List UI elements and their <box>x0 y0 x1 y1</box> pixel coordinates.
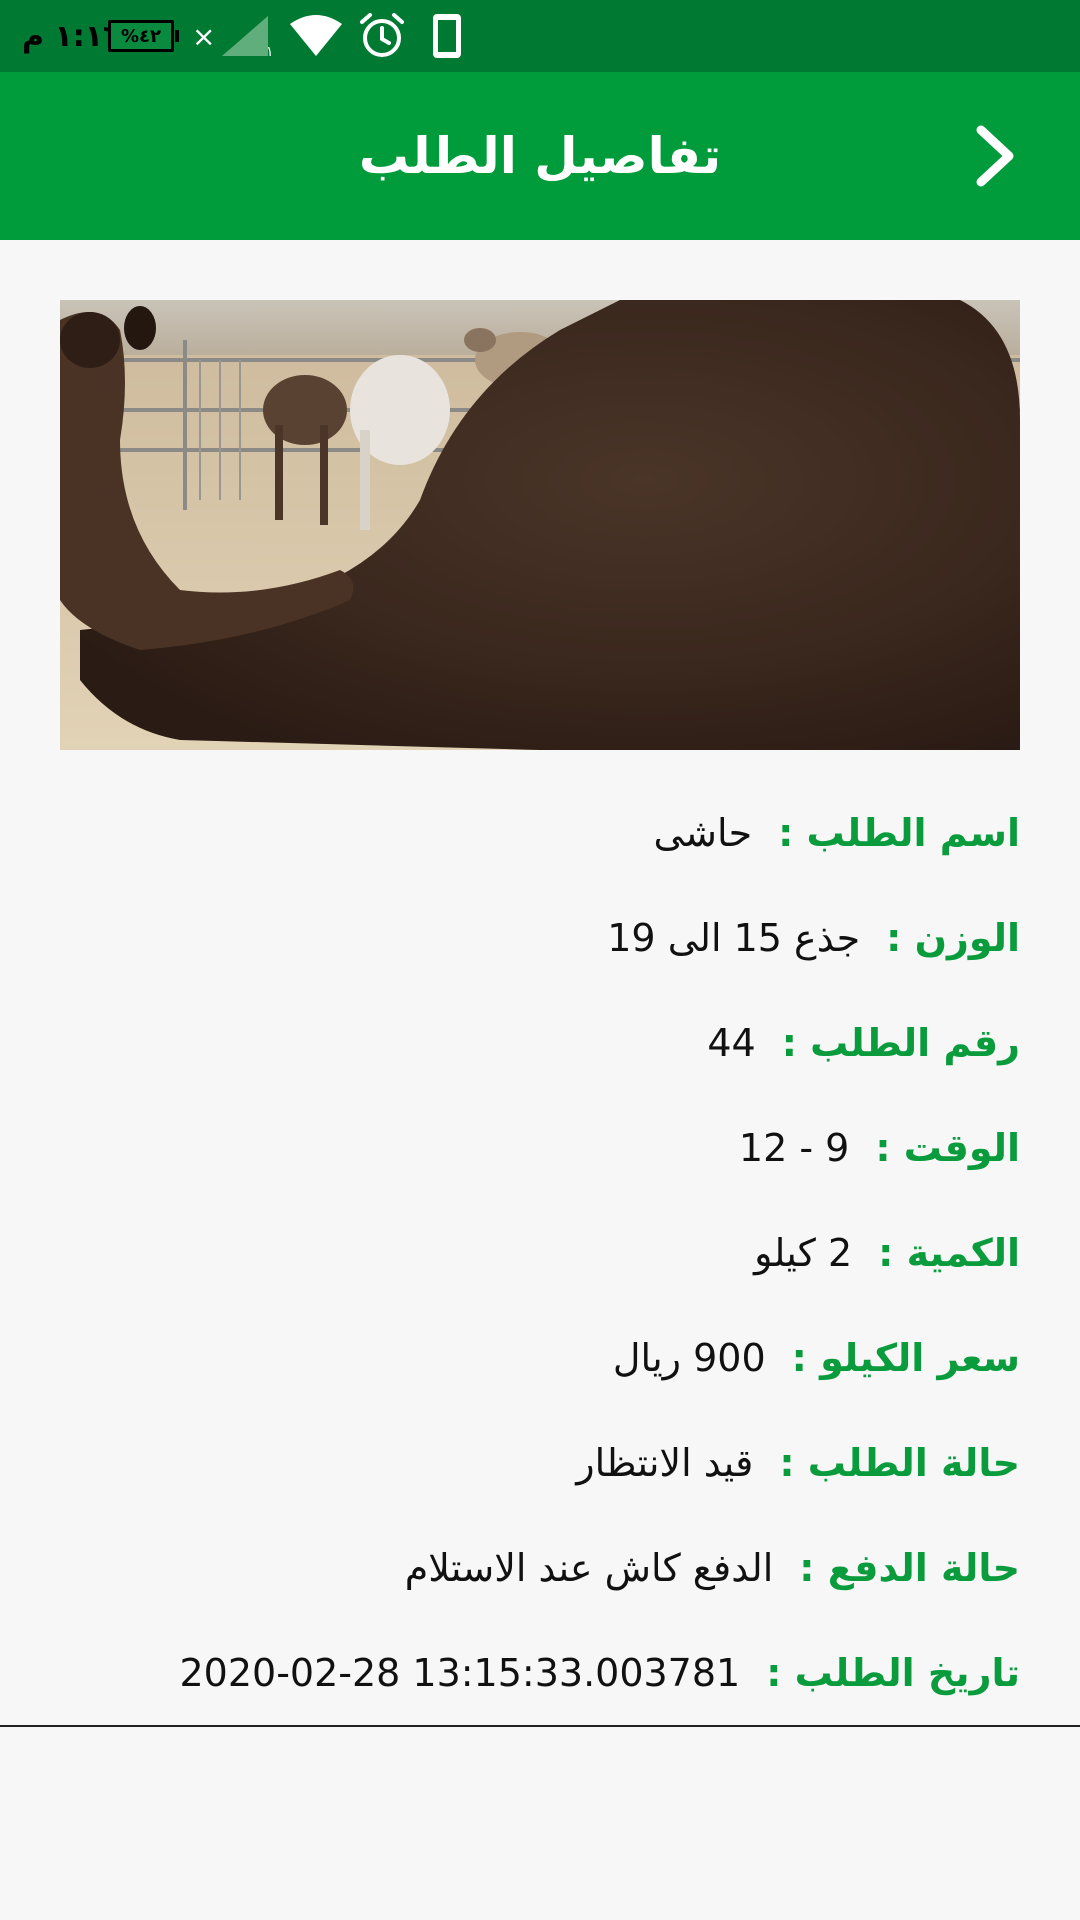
detail-value: 2020-02-28 13:15:33.003781 <box>179 1650 741 1695</box>
detail-value: الدفع كاش عند الاستلام <box>404 1545 774 1590</box>
detail-label: تاريخ الطلب : <box>766 1650 1020 1695</box>
detail-value: 2 كيلو <box>754 1230 853 1275</box>
detail-label: رقم الطلب : <box>781 1020 1020 1065</box>
product-photo <box>60 300 1020 750</box>
page-title: تفاصيل الطلب <box>358 127 722 185</box>
detail-time: الوقت : 9 - 12 <box>60 1095 1020 1200</box>
phone-icon <box>430 0 464 72</box>
back-button[interactable] <box>952 112 1040 200</box>
detail-order-number: رقم الطلب : 44 <box>60 990 1020 1095</box>
wifi-icon <box>288 0 344 72</box>
detail-value: جذع 15 الى 19 <box>607 915 861 960</box>
no-data-icon: × <box>192 19 216 53</box>
detail-label: حالة الدفع : <box>799 1545 1020 1590</box>
detail-value: 44 <box>707 1020 756 1065</box>
detail-value: قيد الانتظار <box>576 1440 754 1485</box>
detail-label: الوقت : <box>875 1125 1020 1170</box>
status-bar: ١:١٦ م %٤٢ × ١ <box>0 0 1080 72</box>
cell-signal-icon: ١ <box>218 0 278 72</box>
detail-payment-status: حالة الدفع : الدفع كاش عند الاستلام <box>60 1515 1020 1620</box>
detail-order-status: حالة الطلب : قيد الانتظار <box>60 1410 1020 1515</box>
app-bar: تفاصيل الطلب <box>0 72 1080 240</box>
detail-weight: الوزن : جذع 15 الى 19 <box>60 885 1020 990</box>
detail-label: حالة الطلب : <box>779 1440 1020 1485</box>
chevron-right-icon <box>976 125 1014 187</box>
detail-label: سعر الكيلو : <box>791 1335 1020 1380</box>
battery-level: %٤٢ <box>120 25 162 47</box>
divider <box>0 1725 1080 1727</box>
detail-quantity: الكمية : 2 كيلو <box>60 1200 1020 1305</box>
status-time: ١:١٦ م <box>22 18 122 54</box>
detail-label: الوزن : <box>886 915 1020 960</box>
detail-label: اسم الطلب : <box>778 810 1020 855</box>
detail-order-date: تاريخ الطلب : 2020-02-28 13:15:33.003781 <box>60 1620 1020 1725</box>
order-details: اسم الطلب : حاشى الوزن : جذع 15 الى 19 ر… <box>60 780 1020 1725</box>
detail-value: 9 - 12 <box>738 1125 850 1170</box>
detail-value: 900 ريال <box>612 1335 766 1380</box>
svg-text:١: ١ <box>266 44 274 58</box>
battery-icon: %٤٢ <box>108 0 179 72</box>
detail-price-per-kilo: سعر الكيلو : 900 ريال <box>60 1305 1020 1410</box>
alarm-icon <box>358 0 406 72</box>
detail-order-name: اسم الطلب : حاشى <box>60 780 1021 885</box>
detail-label: الكمية : <box>878 1230 1020 1275</box>
detail-value: حاشى <box>653 810 753 855</box>
